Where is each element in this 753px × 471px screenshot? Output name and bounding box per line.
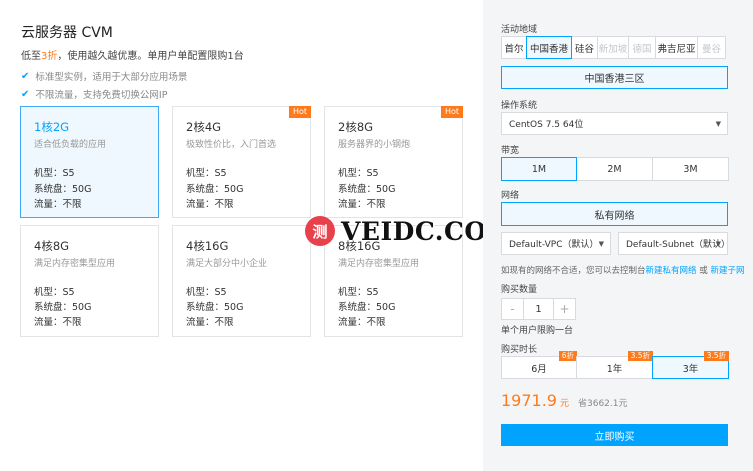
network-note: 如现有的网络不合适，您可以去控制台新建私有网络 或 新建子网 bbox=[501, 266, 745, 276]
region-bangkok: 曼谷 bbox=[697, 36, 726, 59]
discount-tag: 3.5折 bbox=[703, 351, 729, 361]
plan-desc: 满足内存密集型应用 bbox=[338, 259, 420, 269]
plan-desc: 满足大部分中小企业 bbox=[186, 259, 268, 269]
promo-discount: 3折 bbox=[41, 51, 58, 62]
zone-selector[interactable]: 中国香港三区 bbox=[501, 66, 728, 89]
plan-traffic: 流量：不限 bbox=[186, 317, 234, 328]
create-vpc-link[interactable]: 新建私有网络 bbox=[646, 266, 697, 276]
purchase-limit-note: 单个用户限购一台 bbox=[501, 326, 574, 336]
bandwidth-3m[interactable]: 3M bbox=[652, 157, 729, 181]
plan-model: 机型：S5 bbox=[186, 168, 227, 179]
region-singapore: 新加坡 bbox=[597, 36, 629, 59]
plan-card-1c2g[interactable]: 1核2G 适合低负载的应用 机型：S5 系统盘：50G 流量：不限 bbox=[20, 106, 159, 218]
caret-down-icon: ▼ bbox=[715, 119, 721, 128]
plan-card-4c16g[interactable]: 4核16G 满足大部分中小企业 机型：S5 系统盘：50G 流量：不限 bbox=[172, 225, 311, 337]
plan-disk: 系统盘：50G bbox=[186, 184, 244, 195]
bandwidth-2m[interactable]: 2M bbox=[576, 157, 653, 181]
plan-desc: 满足内存密集型应用 bbox=[34, 259, 116, 269]
feature-item: ✔ 不限流量，支持免费切换公网IP bbox=[21, 88, 168, 102]
subnet-select[interactable]: Default-Subnet（默认） ▼ bbox=[618, 232, 730, 255]
plan-traffic: 流量：不限 bbox=[338, 317, 386, 328]
increment-button[interactable]: + bbox=[553, 298, 576, 320]
duration-3y[interactable]: 3年 3.5折 bbox=[652, 351, 729, 379]
price-savings: 省3662.1元 bbox=[578, 399, 628, 409]
price-display: 1971.9 元 省3662.1元 bbox=[501, 391, 628, 410]
plan-disk: 系统盘：50G bbox=[338, 184, 396, 195]
duration-selector: 6月 6折 1年 3.5折 3年 3.5折 bbox=[501, 351, 729, 379]
region-siliconvalley[interactable]: 硅谷 bbox=[571, 36, 598, 59]
plan-name: 4核16G bbox=[186, 239, 229, 253]
hot-badge: Hot bbox=[288, 106, 311, 118]
region-virginia[interactable]: 弗吉尼亚 bbox=[655, 36, 698, 59]
plan-desc: 服务器界的小钢炮 bbox=[338, 140, 411, 150]
plan-model: 机型：S5 bbox=[34, 287, 75, 298]
plan-name: 2核8G bbox=[338, 120, 374, 134]
network-label: 网络 bbox=[501, 191, 520, 201]
price-unit: 元 bbox=[559, 399, 569, 409]
buy-now-button[interactable]: 立即购买 bbox=[501, 424, 728, 446]
os-label: 操作系统 bbox=[501, 101, 538, 111]
caret-down-icon: ▼ bbox=[598, 239, 604, 248]
plan-traffic: 流量：不限 bbox=[34, 199, 82, 210]
plan-name: 1核2G bbox=[34, 120, 70, 134]
page-title: 云服务器 CVM bbox=[21, 25, 113, 41]
plan-disk: 系统盘：50G bbox=[34, 302, 92, 313]
watermark-logo: 测 bbox=[305, 216, 335, 246]
bandwidth-1m[interactable]: 1M bbox=[501, 157, 577, 181]
plan-model: 机型：S5 bbox=[34, 168, 75, 179]
plan-model: 机型：S5 bbox=[186, 287, 227, 298]
bandwidth-selector: 1M 2M 3M bbox=[501, 157, 729, 181]
create-subnet-link[interactable]: 新建子网 bbox=[710, 266, 744, 276]
region-label: 活动地域 bbox=[501, 25, 538, 35]
promo-text: 低至3折，使用越久越优惠。单用户单配置限购1台 bbox=[21, 51, 244, 62]
price-value: 1971.9 bbox=[501, 391, 557, 410]
plan-disk: 系统盘：50G bbox=[186, 302, 244, 313]
plan-model: 机型：S5 bbox=[338, 168, 379, 179]
plan-traffic: 流量：不限 bbox=[186, 199, 234, 210]
check-icon: ✔ bbox=[21, 88, 30, 100]
plan-card-4c8g[interactable]: 4核8G 满足内存密集型应用 机型：S5 系统盘：50G 流量：不限 bbox=[20, 225, 159, 337]
plan-card-2c8g[interactable]: Hot 2核8G 服务器界的小钢炮 机型：S5 系统盘：50G 流量：不限 bbox=[324, 106, 463, 218]
hot-badge: Hot bbox=[440, 106, 463, 118]
plan-disk: 系统盘：50G bbox=[34, 184, 92, 195]
plan-name: 4核8G bbox=[34, 239, 70, 253]
discount-tag: 3.5折 bbox=[627, 351, 653, 361]
check-icon: ✔ bbox=[21, 70, 30, 82]
plan-traffic: 流量：不限 bbox=[34, 317, 82, 328]
plan-model: 机型：S5 bbox=[338, 287, 379, 298]
plan-desc: 适合低负载的应用 bbox=[34, 140, 107, 150]
quantity-label: 购买数量 bbox=[501, 285, 538, 295]
plan-traffic: 流量：不限 bbox=[338, 199, 386, 210]
network-type[interactable]: 私有网络 bbox=[501, 202, 728, 226]
vpc-select[interactable]: Default-VPC（默认） ▼ bbox=[501, 232, 611, 255]
region-hongkong[interactable]: 中国香港 bbox=[526, 36, 572, 59]
plan-name: 2核4G bbox=[186, 120, 222, 134]
duration-1y[interactable]: 1年 3.5折 bbox=[576, 351, 653, 379]
plan-card-2c4g[interactable]: Hot 2核4G 极致性价比，入门首选 机型：S5 系统盘：50G 流量：不限 bbox=[172, 106, 311, 218]
duration-6m[interactable]: 6月 6折 bbox=[501, 351, 577, 379]
region-selector: 首尔 中国香港 硅谷 新加坡 德国 弗吉尼亚 曼谷 bbox=[501, 36, 726, 59]
caret-down-icon: ▼ bbox=[715, 239, 721, 248]
discount-tag: 6折 bbox=[558, 351, 577, 361]
quantity-stepper: - 1 + bbox=[501, 298, 576, 320]
plan-disk: 系统盘：50G bbox=[338, 302, 396, 313]
feature-item: ✔ 标准型实例，适用于大部分应用场景 bbox=[21, 70, 188, 84]
region-germany: 德国 bbox=[628, 36, 656, 59]
region-seoul[interactable]: 首尔 bbox=[501, 36, 527, 59]
os-select[interactable]: CentOS 7.5 64位 ▼ bbox=[501, 112, 728, 135]
decrement-button[interactable]: - bbox=[501, 298, 524, 320]
quantity-input[interactable]: 1 bbox=[524, 298, 553, 320]
duration-label: 购买时长 bbox=[501, 345, 538, 355]
plan-desc: 极致性价比，入门首选 bbox=[186, 140, 277, 150]
bandwidth-label: 带宽 bbox=[501, 146, 520, 156]
